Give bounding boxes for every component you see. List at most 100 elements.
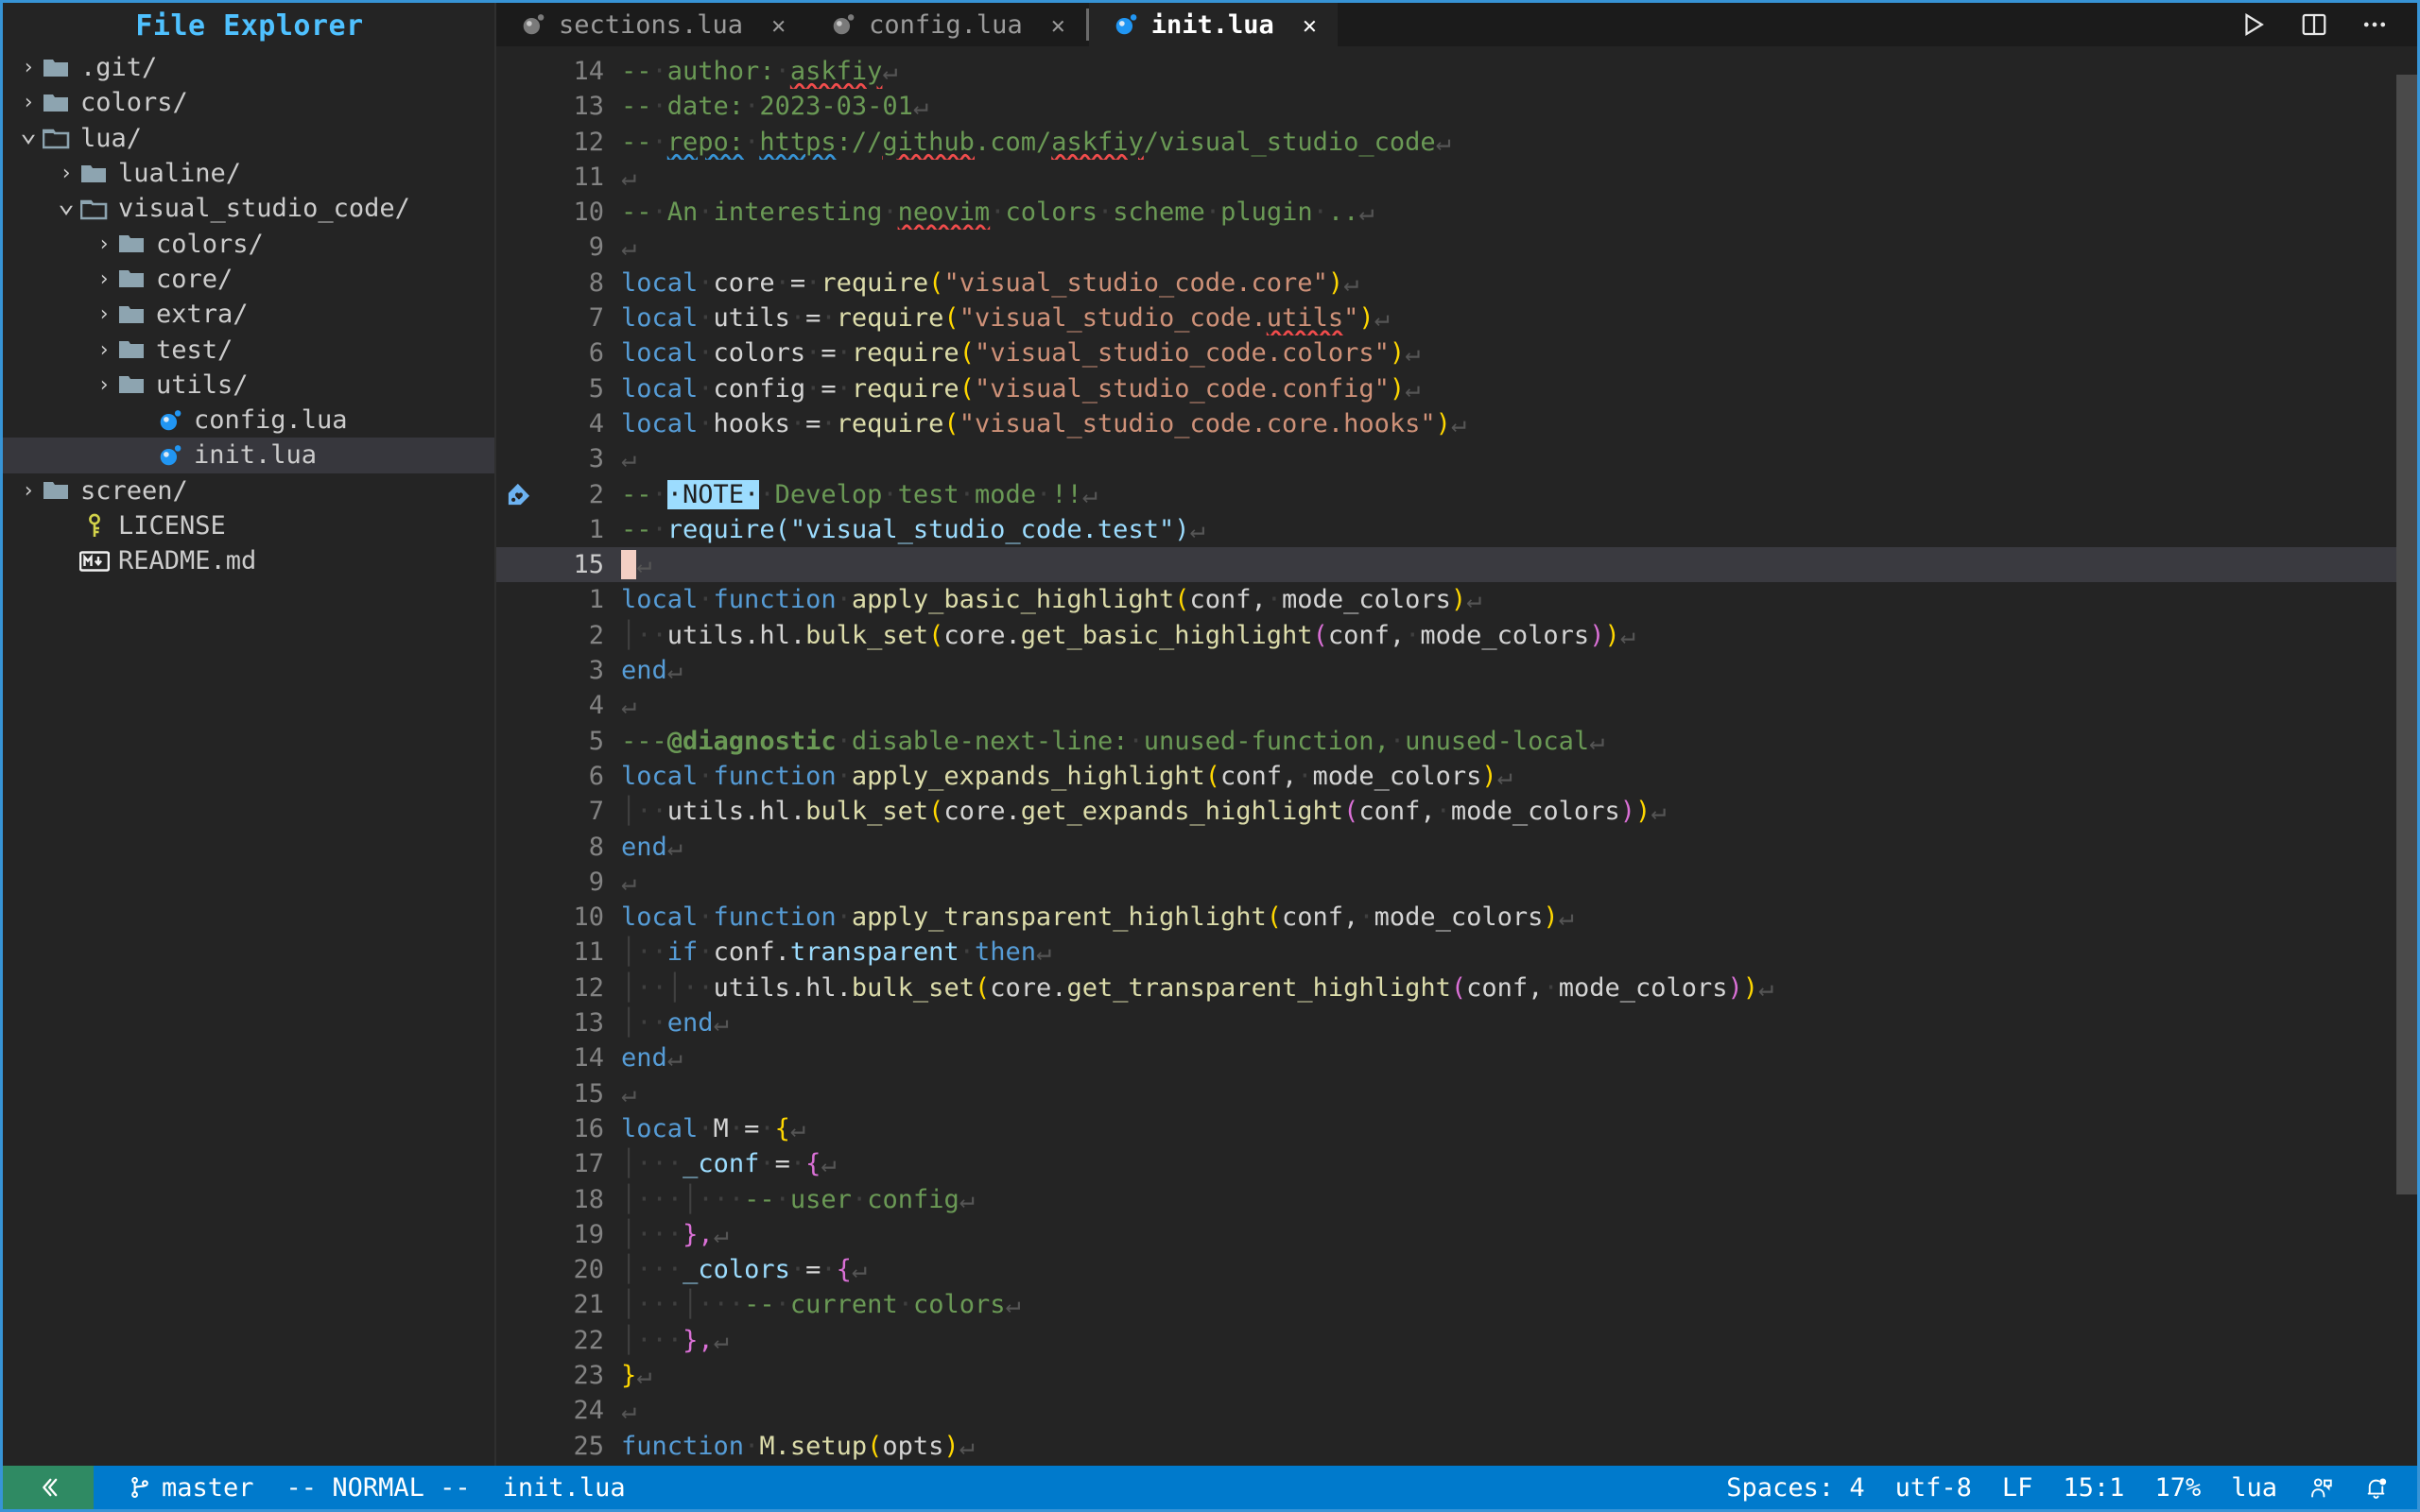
eol-status[interactable]: LF [1989,1473,2047,1503]
chevron-right-icon[interactable]: › [92,333,116,368]
chevron-right-icon[interactable]: › [92,262,116,297]
file-tree-item[interactable]: › lualine/ [3,156,496,191]
code-line[interactable]: 11 ↵ [496,160,2417,195]
code-line[interactable]: 4 local·hooks·=·require("visual_studio_co… [496,406,2417,441]
file-tree-item[interactable]: › screen/ [3,473,496,508]
line-number: 10 [573,902,604,933]
code-line[interactable]: 12 --·repo:·https://github.com/askfiy/vis… [496,125,2417,160]
file-tree-item[interactable]: › .git/ [3,50,496,85]
code-line[interactable]: 16 local·M·=·{↵ [496,1111,2417,1146]
code-line[interactable]: 23}↵ [496,1358,2417,1393]
split-editor-icon[interactable] [2300,10,2328,39]
encoding-status[interactable]: utf-8 [1882,1473,1985,1503]
chevron-right-icon[interactable]: › [92,297,116,332]
code-line[interactable]: 7 │··utils.hl.bulk_set(core.get_expands_h… [496,794,2417,829]
tab-close-icon[interactable]: ✕ [756,11,786,39]
code-line[interactable]: 20 │···_colors·=·{↵ [496,1252,2417,1287]
code-editor[interactable]: 14 --·author:·askfiy↵ 13 --·date:·2023-03-0… [496,46,2417,1466]
code-line[interactable]: 13 │··end↵ [496,1005,2417,1040]
tabs-container: sections.lua ✕ config.lua ✕ init.lua ✕ [496,3,1338,46]
tab-close-icon[interactable]: ✕ [1036,11,1065,39]
file-tree-item[interactable]: ›LICENSE [3,508,496,543]
file-tree-item-label: README.md [118,546,257,576]
line-number: 11 [573,937,604,968]
code-line[interactable]: 24 ↵ [496,1393,2417,1428]
file-tree-item[interactable]: › core/ [3,262,496,297]
editor-tab[interactable]: sections.lua ✕ [496,3,807,46]
code-line[interactable]: 19 │···},↵ [496,1217,2417,1252]
file-tree-item[interactable]: › utils/ [3,368,496,403]
code-line[interactable]: 5 ---@diagnostic·disable-next-line:·unuse… [496,724,2417,759]
more-actions-icon[interactable] [2360,10,2389,39]
code-line[interactable]: 1 --·require("visual_studio_code.test")↵ [496,512,2417,547]
editor-tab[interactable]: config.lua ✕ [806,3,1086,46]
run-icon[interactable] [2239,10,2268,39]
code-line[interactable]: 15 ↵ [496,547,2417,583]
line-number: 2 [588,620,604,650]
code-line[interactable]: 13 --·date:·2023-03-01↵ [496,89,2417,124]
code-line[interactable]: 12 │··│··utils.hl.bulk_set(core.get_trans… [496,971,2417,1005]
chevron-down-icon[interactable]: ⌄ [54,188,78,224]
code-line[interactable]: 21 │···│···--·current·colors↵ [496,1287,2417,1322]
editor-tab-bar: sections.lua ✕ config.lua ✕ init.lua ✕ [496,3,2417,46]
code-line[interactable]: 5 local·config·=·require("visual_studio_c… [496,371,2417,406]
file-tree-item[interactable]: ⌄ visual_studio_code/ [3,188,496,226]
file-tree-item[interactable]: › test/ [3,332,496,367]
folder-icon [41,478,73,503]
code-line[interactable]: 7 local·utils·=·require("visual_studio_co… [496,301,2417,335]
code-line[interactable]: 10 local·function·apply_transparent_highl… [496,900,2417,935]
file-tree: › .git/› colors/⌄ lua/› lualine/⌄ visual_stud… [3,50,496,578]
code-line[interactable]: 9 ↵ [496,230,2417,265]
code-line[interactable]: 9 ↵ [496,865,2417,900]
code-line[interactable]: 3 end↵ [496,653,2417,688]
code-line[interactable]: 2 --··NOTE··Develop·test·mode·!!↵ [496,477,2417,512]
tab-close-icon[interactable]: ✕ [1288,11,1317,39]
editor-tab[interactable]: init.lua ✕ [1088,3,1338,46]
language-mode-status[interactable]: lua [2218,1473,2290,1503]
chevron-right-icon[interactable]: › [92,227,116,262]
code-line[interactable]: 6 local·function·apply_expands_highlight(… [496,759,2417,794]
code-line-text: local·function·apply_transparent_highlig… [621,902,1574,933]
code-line[interactable]: 15 ↵ [496,1076,2417,1111]
file-tree-item[interactable]: ⌄ lua/ [3,118,496,156]
code-line[interactable]: 8 end↵ [496,830,2417,865]
zoom-level-status[interactable]: 17% [2141,1473,2214,1503]
chevron-right-icon[interactable]: › [16,50,41,85]
code-line[interactable]: 17 │···_conf·=·{↵ [496,1146,2417,1181]
code-line[interactable]: 3 ↵ [496,441,2417,476]
chevron-down-icon[interactable]: ⌄ [16,118,41,153]
code-line[interactable]: 1 local·function·apply_basic_highlight(co… [496,582,2417,617]
file-tree-item[interactable]: ›README.md [3,543,496,578]
code-line[interactable]: 22 │···},↵ [496,1323,2417,1358]
chevron-right-icon[interactable]: › [16,473,41,508]
cursor-position-status[interactable]: 15:1 [2049,1473,2137,1503]
file-tree-item[interactable]: › extra/ [3,297,496,332]
file-tree-item[interactable]: › colors/ [3,85,496,120]
code-line[interactable]: 4 ↵ [496,688,2417,723]
editor-scrollbar[interactable] [2396,46,2417,1466]
chevron-right-icon[interactable]: › [92,368,116,403]
line-number: 15 [573,1078,604,1108]
code-line[interactable]: 8 local·core·=·require("visual_studio_cod… [496,266,2417,301]
code-line[interactable]: 11 │··if·conf.transparent·then↵ [496,935,2417,970]
remote-window-icon[interactable] [3,1466,94,1509]
file-tree-item[interactable]: ›init.lua [3,438,496,473]
indentation-status[interactable]: Spaces: 4 [1713,1473,1877,1503]
file-tree-item[interactable]: › colors/ [3,226,496,261]
code-line[interactable]: 14 --·author:·askfiy↵ [496,54,2417,89]
code-line[interactable]: 6 local·colors·=·require("visual_studio_c… [496,335,2417,370]
code-line[interactable]: 2 │··utils.hl.bulk_set(core.get_basic_hig… [496,618,2417,653]
code-line[interactable]: 10 --·An·interesting·neovim·colors·scheme… [496,195,2417,230]
code-line-text: ↵ [621,444,637,474]
file-tree-item[interactable]: ›config.lua [3,403,496,438]
code-line[interactable]: 18 │···│···--·user·config↵ [496,1182,2417,1217]
code-line[interactable]: 14 end↵ [496,1040,2417,1075]
line-number: 12 [573,972,604,1003]
feedback-smiley-icon[interactable] [2294,1475,2346,1501]
scrollbar-thumb[interactable] [2396,75,2417,1194]
notifications-bell-dot-icon[interactable] [2350,1475,2402,1501]
tag-icon[interactable] [496,481,542,507]
git-branch-status[interactable]: master [114,1473,268,1503]
code-line[interactable]: 25 function·M.setup(opts)↵ [496,1429,2417,1464]
line-number: 1 [588,514,604,544]
